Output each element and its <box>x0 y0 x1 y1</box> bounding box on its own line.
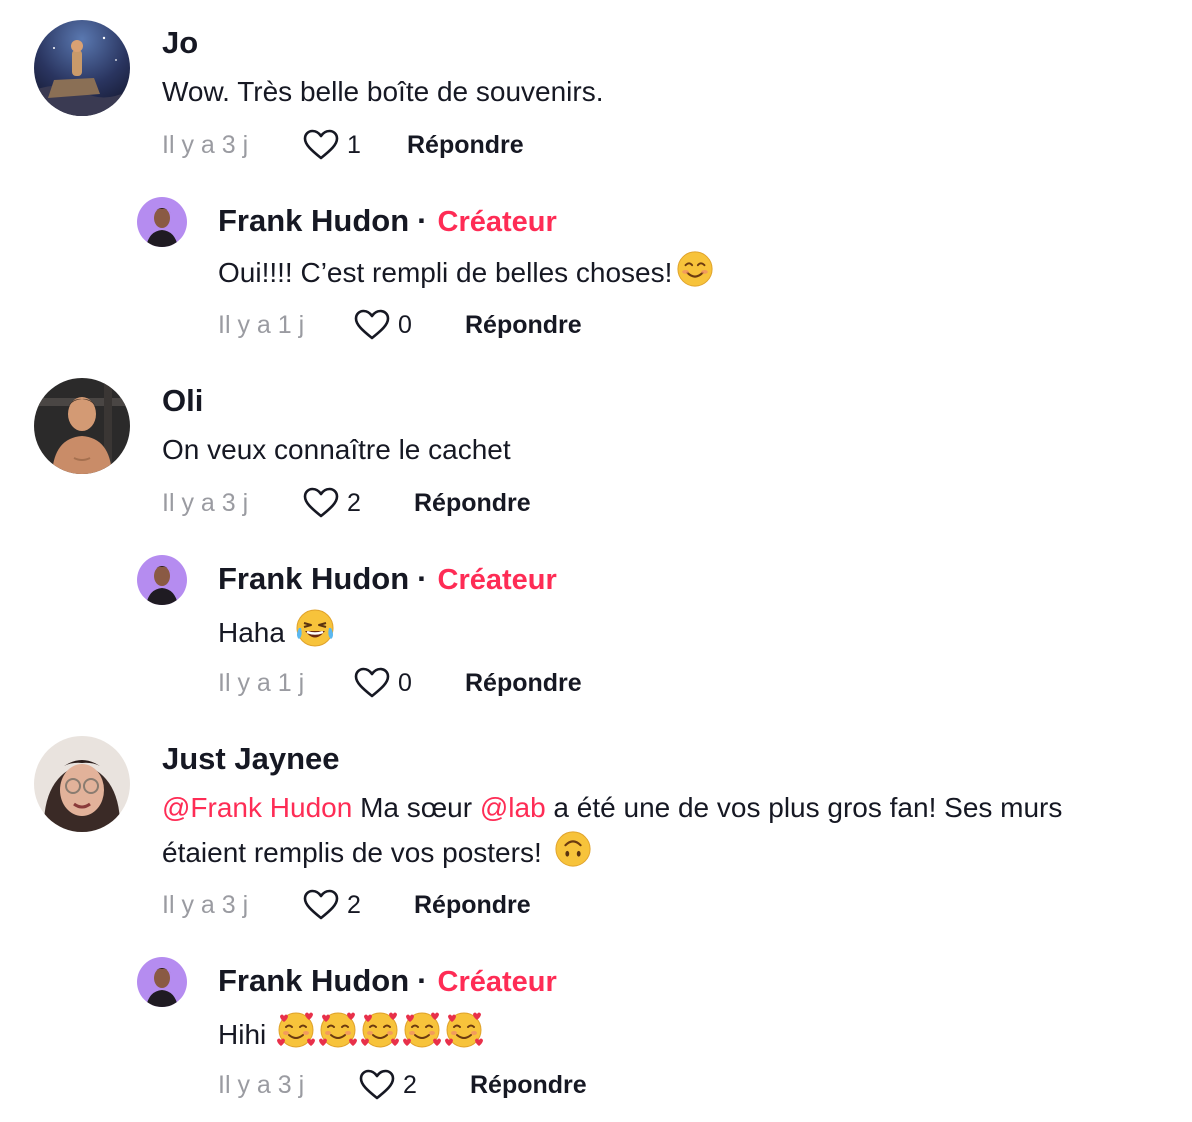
comment-text-segment: a été une de vos plus gros fan! Ses murs <box>545 792 1063 823</box>
heart-outline-icon <box>354 309 390 341</box>
comment-text: Oui!!!! C’est rempli de belles choses! <box>218 250 714 295</box>
comment-text: Hihi <box>218 1010 484 1057</box>
creator-badge: Créateur <box>437 966 557 998</box>
comment-author[interactable]: Frank Hudon · Créateur <box>218 962 557 1001</box>
comment-time: Il y a 1 j <box>218 669 305 697</box>
smiling-face-with-hearts-emoji <box>360 1010 400 1050</box>
mention-link[interactable]: @lab <box>480 792 546 823</box>
heart-outline-icon <box>303 129 339 161</box>
smiling-face-emoji <box>676 250 714 288</box>
avatar[interactable] <box>137 555 187 605</box>
comment-item: Just Jaynee @Frank Hudon Ma sœur @lab a … <box>0 716 1192 938</box>
heart-outline-icon <box>303 889 339 921</box>
comment-meta: Il y a 3 j 1 Répondre <box>162 128 562 162</box>
reply-button[interactable]: Répondre <box>407 128 524 162</box>
comment-text: Haha <box>218 608 335 655</box>
comment-meta: Il y a 3 j 2 Répondre <box>218 1068 618 1102</box>
heart-outline-icon <box>303 487 339 519</box>
like-count: 2 <box>403 1071 417 1099</box>
avatar[interactable] <box>34 378 130 474</box>
heart-outline-icon <box>354 667 390 699</box>
like-count: 1 <box>347 131 361 159</box>
comment-meta: Il y a 1 j 0 Répondre <box>218 308 618 342</box>
comment-text-segment: étaient remplis de vos posters! <box>162 837 542 868</box>
comment-author[interactable]: Frank Hudon · Créateur <box>218 560 557 599</box>
upside-down-face-emoji <box>554 830 592 868</box>
comment-text-segment: Ma sœur <box>352 792 480 823</box>
comment-author[interactable]: Jo <box>162 24 198 62</box>
comment-text-content: Oui!!!! C’est rempli de belles choses! <box>218 257 673 288</box>
author-name[interactable]: Frank Hudon <box>218 561 409 596</box>
heart-outline-icon <box>359 1069 395 1101</box>
reply-button[interactable]: Répondre <box>470 1068 587 1102</box>
creator-badge: Créateur <box>437 206 557 238</box>
author-name[interactable]: Frank Hudon <box>218 963 409 998</box>
badge-separator: · <box>417 203 428 238</box>
author-name[interactable]: Frank Hudon <box>218 203 409 238</box>
avatar[interactable] <box>34 736 130 832</box>
like-count: 0 <box>398 669 412 697</box>
reply-button[interactable]: Répondre <box>414 888 531 922</box>
comment-author[interactable]: Frank Hudon · Créateur <box>218 202 557 241</box>
comment-time: Il y a 3 j <box>162 891 249 919</box>
comment-time: Il y a 3 j <box>218 1071 305 1099</box>
smiling-face-with-hearts-emoji <box>318 1010 358 1050</box>
comment-time: Il y a 3 j <box>162 489 249 517</box>
reply-button[interactable]: Répondre <box>465 666 582 700</box>
comment-text: @Frank Hudon Ma sœur @lab a été une de v… <box>162 786 1062 830</box>
reply-item: Frank Hudon · Créateur Oui!!!! C’est rempl… <box>0 180 1192 358</box>
avatar[interactable] <box>34 20 130 116</box>
comment-text-line: étaient remplis de vos posters! <box>162 830 592 875</box>
comment-item: Jo Wow. Très belle boîte de souvenirs. I… <box>0 0 1192 180</box>
comment-author[interactable]: Just Jaynee <box>162 740 340 778</box>
comment-text: On veux connaître le cachet <box>162 434 511 465</box>
comment-text-content: Hihi <box>218 1019 267 1050</box>
comment-text: Wow. Très belle boîte de souvenirs. <box>162 76 604 107</box>
comment-author[interactable]: Oli <box>162 382 203 420</box>
comment-meta: Il y a 3 j 2 Répondre <box>162 486 562 520</box>
like-count: 0 <box>398 311 412 339</box>
smiling-face-with-hearts-emoji <box>402 1010 442 1050</box>
reply-item: Frank Hudon · Créateur Haha Il y a 1 j 0 R… <box>0 538 1192 716</box>
comment-text-content: Haha <box>218 617 285 648</box>
badge-separator: · <box>417 561 428 596</box>
smiling-face-with-hearts-emoji <box>276 1010 316 1050</box>
badge-separator: · <box>417 963 428 998</box>
reply-button[interactable]: Répondre <box>414 486 531 520</box>
comment-meta: Il y a 1 j 0 Répondre <box>218 666 618 700</box>
tears-of-joy-emoji <box>295 608 335 648</box>
smiling-face-with-hearts-emoji <box>444 1010 484 1050</box>
comment-time: Il y a 3 j <box>162 131 249 159</box>
reply-button[interactable]: Répondre <box>465 308 582 342</box>
creator-badge: Créateur <box>437 564 557 596</box>
avatar[interactable] <box>137 197 187 247</box>
avatar[interactable] <box>137 957 187 1007</box>
like-count: 2 <box>347 891 361 919</box>
comment-time: Il y a 1 j <box>218 311 305 339</box>
comment-meta: Il y a 3 j 2 Répondre <box>162 888 562 922</box>
reply-item: Frank Hudon · Créateur Hihi Il y a 3 j 2 R… <box>0 940 1192 1122</box>
mention-link[interactable]: @Frank Hudon <box>162 792 352 823</box>
comment-item: Oli On veux connaître le cachet Il y a 3… <box>0 358 1192 538</box>
like-count: 2 <box>347 489 361 517</box>
